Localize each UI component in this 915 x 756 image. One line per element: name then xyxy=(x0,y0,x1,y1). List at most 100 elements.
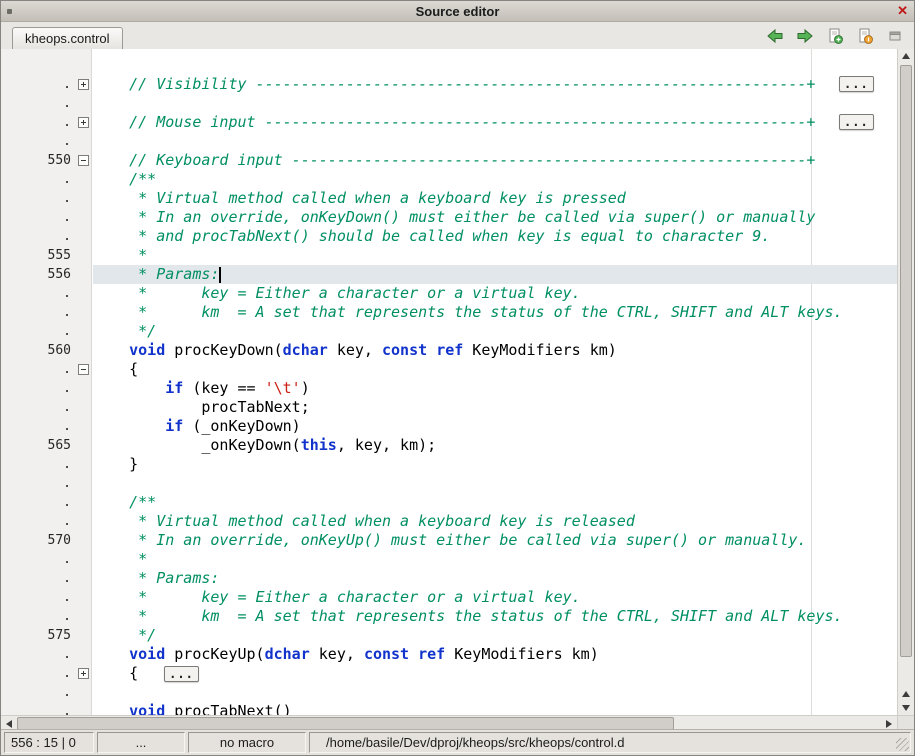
vertical-scrollbar[interactable] xyxy=(897,49,914,715)
line-number: . xyxy=(1,512,73,531)
code-line[interactable]: . } xyxy=(1,455,898,474)
fold-column xyxy=(73,170,93,189)
code-line[interactable]: . * Params: xyxy=(1,569,898,588)
fold-column xyxy=(73,531,93,550)
code-line[interactable]: . /** xyxy=(1,170,898,189)
code-line[interactable]: . { xyxy=(1,360,898,379)
tab-kheops-control[interactable]: kheops.control xyxy=(12,27,123,49)
code-line[interactable]: . * In an override, onKeyDown() must eit… xyxy=(1,208,898,227)
code-line[interactable]: . * xyxy=(1,550,898,569)
fold-column xyxy=(73,265,93,284)
previous-location-icon[interactable] xyxy=(765,27,785,45)
line-number: . xyxy=(1,113,73,132)
line-number: . xyxy=(1,417,73,436)
code-line[interactable]: . * km = A set that represents the statu… xyxy=(1,607,898,626)
line-number: 560 xyxy=(1,341,73,360)
fold-column xyxy=(73,341,93,360)
collapsed-fold-hint[interactable]: ... xyxy=(164,666,199,682)
fold-expand-icon[interactable] xyxy=(78,117,89,128)
detach-editor-icon[interactable] xyxy=(885,27,905,45)
scroll-up-icon[interactable] xyxy=(898,49,914,63)
status-bar: 556 : 15 | 0 ... no macro /home/basile/D… xyxy=(1,729,914,755)
editor-area[interactable]: . // Visibility ------------------------… xyxy=(1,49,914,715)
fold-column xyxy=(73,436,93,455)
fold-expand-icon[interactable] xyxy=(78,668,89,679)
line-number: . xyxy=(1,645,73,664)
code-line[interactable]: . // Visibility ------------------------… xyxy=(1,75,898,94)
code-line[interactable]: . // Mouse input -----------------------… xyxy=(1,113,898,132)
line-number: 556 xyxy=(1,265,73,284)
line-number: . xyxy=(1,550,73,569)
code-line[interactable]: . /** xyxy=(1,493,898,512)
code-text xyxy=(93,683,898,702)
code-text: if (key == '\t') xyxy=(93,379,898,398)
fold-column xyxy=(73,284,93,303)
code-line[interactable]: . * key = Either a character or a virtua… xyxy=(1,588,898,607)
code-text: /** xyxy=(93,170,898,189)
fold-column xyxy=(73,588,93,607)
status-hint: ... xyxy=(97,732,185,753)
code-line[interactable]: . void procKeyUp(dchar key, const ref Ke… xyxy=(1,645,898,664)
line-number: . xyxy=(1,588,73,607)
fold-column[interactable] xyxy=(73,75,93,94)
fold-collapse-icon[interactable] xyxy=(78,155,89,166)
code-text: // Mouse input -------------------------… xyxy=(93,113,898,132)
code-line[interactable]: 550 // Keyboard input ------------------… xyxy=(1,151,898,170)
file-path-text: /home/basile/Dev/dproj/kheops/src/kheops… xyxy=(326,735,624,750)
code-line[interactable]: 575 */ xyxy=(1,626,898,645)
scroll-up-icon-bottom[interactable] xyxy=(898,687,914,701)
code-line[interactable]: . xyxy=(1,474,898,493)
code-line[interactable]: . void procTabNext() xyxy=(1,702,898,715)
fold-column xyxy=(73,626,93,645)
code-line[interactable]: 555 * xyxy=(1,246,898,265)
code-text: // Visibility --------------------------… xyxy=(93,75,898,94)
fold-expand-icon[interactable] xyxy=(78,79,89,90)
line-number: . xyxy=(1,493,73,512)
code-line[interactable]: . */ xyxy=(1,322,898,341)
code-line[interactable]: . if (key == '\t') xyxy=(1,379,898,398)
fold-collapse-icon[interactable] xyxy=(78,364,89,375)
collapsed-fold-hint[interactable]: ... xyxy=(839,76,874,92)
fold-column[interactable] xyxy=(73,113,93,132)
code-line[interactable]: 560 void procKeyDown(dchar key, const re… xyxy=(1,341,898,360)
fold-column xyxy=(73,94,93,113)
code-line[interactable]: 565 _onKeyDown(this, key, km); xyxy=(1,436,898,455)
code-line[interactable]: . procTabNext; xyxy=(1,398,898,417)
document-save-icon[interactable] xyxy=(855,27,875,45)
vertical-scroll-thumb[interactable] xyxy=(900,65,912,657)
collapsed-fold-hint[interactable]: ... xyxy=(839,114,874,130)
line-number: . xyxy=(1,75,73,94)
scroll-down-icon[interactable] xyxy=(898,701,914,715)
code-text: * and procTabNext() should be called whe… xyxy=(93,227,898,246)
code-line[interactable]: . * Virtual method called when a keyboar… xyxy=(1,512,898,531)
code-line[interactable]: . if (_onKeyDown) xyxy=(1,417,898,436)
code-line[interactable]: . xyxy=(1,132,898,151)
fold-column[interactable] xyxy=(73,151,93,170)
fold-column xyxy=(73,569,93,588)
code-line[interactable]: . xyxy=(1,94,898,113)
code-line[interactable]: . {... xyxy=(1,664,898,683)
code-line[interactable]: 556 * Params: xyxy=(1,265,898,284)
fold-column xyxy=(73,322,93,341)
fold-column xyxy=(73,398,93,417)
line-number: . xyxy=(1,227,73,246)
fold-column[interactable] xyxy=(73,360,93,379)
code-line[interactable]: 570 * In an override, onKeyUp() must eit… xyxy=(1,531,898,550)
code-text: void procKeyDown(dchar key, const ref Ke… xyxy=(93,341,898,360)
next-location-icon[interactable] xyxy=(795,27,815,45)
caret-position: 556 : 15 | 0 xyxy=(4,732,94,753)
code-text: * xyxy=(93,246,898,265)
fold-column[interactable] xyxy=(73,664,93,683)
close-icon[interactable]: ✕ xyxy=(897,3,908,19)
code-line[interactable]: . * km = A set that represents the statu… xyxy=(1,303,898,322)
code-line[interactable]: . * Virtual method called when a keyboar… xyxy=(1,189,898,208)
line-number: . xyxy=(1,398,73,417)
code-line[interactable]: . * key = Either a character or a virtua… xyxy=(1,284,898,303)
fold-column xyxy=(73,132,93,151)
resize-grip[interactable] xyxy=(896,738,909,751)
code-line[interactable]: . xyxy=(1,683,898,702)
document-add-icon[interactable] xyxy=(825,27,845,45)
line-number: . xyxy=(1,664,73,683)
code-line[interactable]: . * and procTabNext() should be called w… xyxy=(1,227,898,246)
titlebar: Source editor ✕ xyxy=(1,1,914,22)
